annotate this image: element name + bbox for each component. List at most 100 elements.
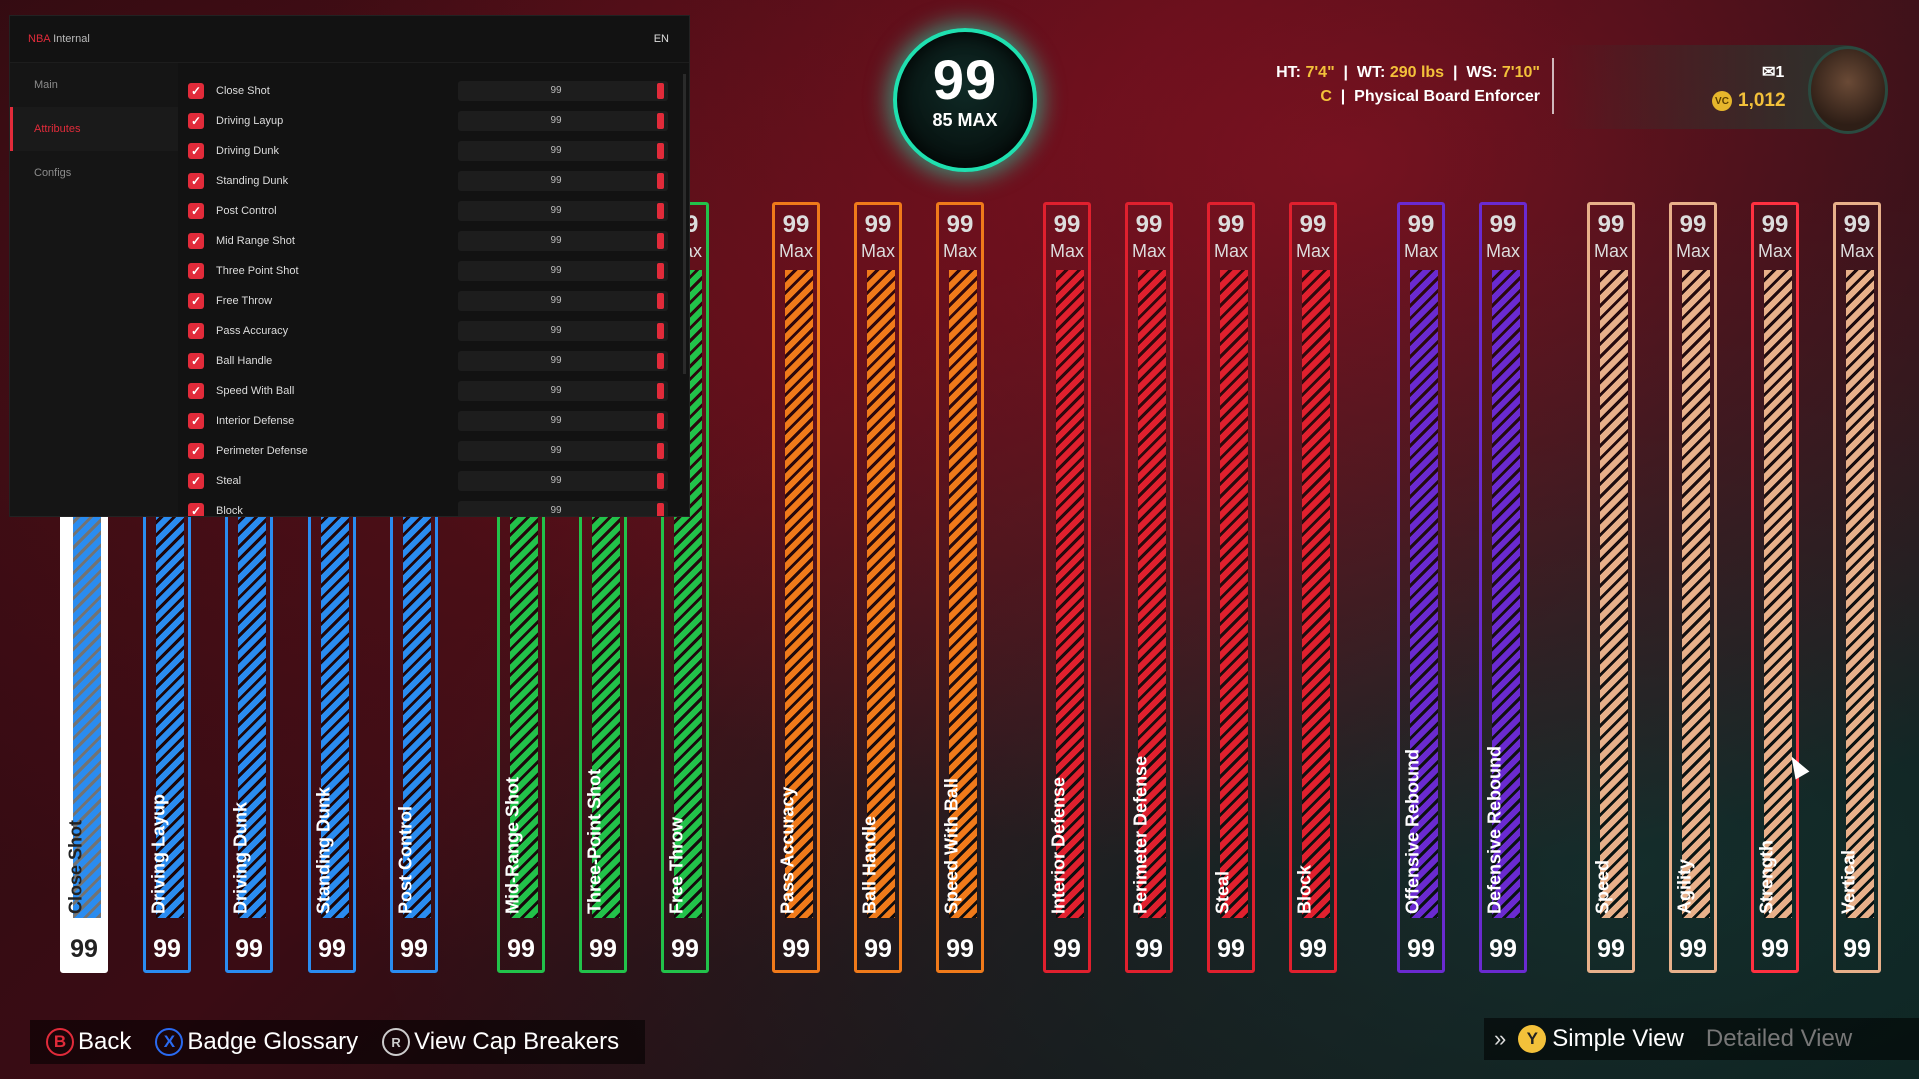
checkbox[interactable]: ✓ [188,473,204,489]
checkbox[interactable]: ✓ [188,233,204,249]
attribute-slider[interactable]: 99 [458,261,668,281]
attribute-slider[interactable]: 99 [458,141,668,161]
nav-item[interactable]: Configs [10,151,178,195]
bar-max-label: Max [778,241,813,261]
slider-handle[interactable] [657,323,664,339]
attribute-slider[interactable]: 99 [458,171,668,191]
attribute-bar[interactable]: 99 Max Speed 99 [1587,202,1635,973]
attribute-slider[interactable]: 99 [458,81,668,101]
attribute-bar[interactable]: 99 Max Agility 99 [1669,202,1717,973]
bar-top-value: 99 [1761,211,1789,238]
attribute-bar[interactable]: 99 Max Ball Handle 99 [854,202,902,973]
checkbox[interactable]: ✓ [188,263,204,279]
bar-top-value: 99 [782,211,810,238]
checkbox[interactable]: ✓ [188,113,204,129]
checkbox[interactable]: ✓ [188,293,204,309]
attribute-bar[interactable]: 99 Max Defensive Rebound 99 [1479,202,1527,973]
avatar [1808,46,1888,134]
wingspan-label: WS: [1466,64,1498,81]
slider-handle[interactable] [657,173,664,189]
attribute-slider[interactable]: 99 [458,291,668,311]
cap-breakers-label: View Cap Breakers [414,1028,620,1055]
attribute-slider[interactable]: 99 [458,351,668,371]
slider-handle[interactable] [657,113,664,129]
bar-attribute-name: Vertical [1838,849,1859,914]
vc-coin-icon: VC [1712,91,1732,111]
vc-amount: 1,012 [1738,90,1786,111]
slider-handle[interactable] [657,503,664,516]
slider-handle[interactable] [657,143,664,159]
attribute-slider[interactable]: 99 [458,231,668,251]
bar-value: 99 [153,935,181,963]
attribute-slider[interactable]: 99 [458,381,668,401]
checkbox[interactable]: ✓ [188,443,204,459]
slider-handle[interactable] [657,413,664,429]
slider-handle[interactable] [657,83,664,99]
slider-handle[interactable] [657,203,664,219]
attribute-row: ✓ Three Point Shot 99 [188,256,678,286]
attribute-slider[interactable]: 99 [458,321,668,341]
height-label: HT: [1276,64,1302,81]
attribute-label: Free Throw [216,295,273,307]
bar-max-label: Max [1485,241,1520,261]
slider-handle[interactable] [657,443,664,459]
bar-max-label: Max [1213,241,1248,261]
checkbox[interactable]: ✓ [188,383,204,399]
internal-menu-panel: NBA Internal EN Main Attributes Configs ✓ C… [10,16,689,516]
attribute-slider[interactable]: 99 [458,501,668,516]
language-toggle[interactable]: EN [654,33,669,45]
bar-value: 99 [1217,935,1245,963]
checkbox[interactable]: ✓ [188,203,204,219]
slider-handle[interactable] [657,353,664,369]
attribute-slider[interactable]: 99 [458,471,668,491]
checkbox[interactable]: ✓ [188,503,204,516]
weight-label: WT: [1356,64,1386,81]
badge-glossary-button[interactable]: X Badge Glossary [155,1028,358,1056]
wingspan-value: 7'10" [1501,64,1540,81]
checkbox[interactable]: ✓ [188,83,204,99]
view-cap-breakers-button[interactable]: R View Cap Breakers [382,1028,619,1056]
attribute-bar[interactable]: 99 Max Vertical 99 [1833,202,1881,973]
attribute-bar[interactable]: 99 Max Interior Defense 99 [1043,202,1091,973]
attribute-bar[interactable]: 99 Max Offensive Rebound 99 [1397,202,1445,973]
checkbox[interactable]: ✓ [188,323,204,339]
slider-value: 99 [550,115,562,126]
panel-title: NBA Internal [28,33,90,45]
attribute-bar[interactable]: 99 Max Steal 99 [1207,202,1255,973]
panel-nav: Main Attributes Configs [10,63,178,516]
slider-handle[interactable] [657,473,664,489]
detailed-view-button[interactable]: Detailed View [1706,1025,1852,1053]
scrollbar[interactable] [683,74,686,374]
slider-handle[interactable] [657,233,664,249]
slider-handle[interactable] [657,293,664,309]
bar-value: 99 [1407,935,1435,963]
nav-item[interactable]: Main [10,63,178,107]
attribute-bar[interactable]: 99 Max Strength 99 [1751,202,1799,973]
attribute-row: ✓ Standing Dunk 99 [188,166,678,196]
bar-top-value: 99 [1843,211,1871,238]
checkbox[interactable]: ✓ [188,143,204,159]
slider-value: 99 [550,505,562,516]
bar-value: 99 [318,935,346,963]
attribute-bar[interactable]: 99 Max Pass Accuracy 99 [772,202,820,973]
checkbox[interactable]: ✓ [188,413,204,429]
checkbox[interactable]: ✓ [188,353,204,369]
bar-top-value: 99 [946,211,974,238]
divider [1552,58,1554,114]
nav-item[interactable]: Attributes [10,107,178,151]
checkbox[interactable]: ✓ [188,173,204,189]
slider-handle[interactable] [657,383,664,399]
bar-attribute-name: Steal [1212,870,1233,914]
attribute-row: ✓ Driving Layup 99 [188,106,678,136]
back-button[interactable]: B Back [46,1028,131,1056]
bar-attribute-name: Agility [1674,858,1695,914]
attribute-bar[interactable]: 99 Max Block 99 [1289,202,1337,973]
attribute-bar[interactable]: 99 Max Speed With Ball 99 [936,202,984,973]
slider-handle[interactable] [657,263,664,279]
attribute-slider[interactable]: 99 [458,111,668,131]
simple-view-button[interactable]: Simple View [1552,1025,1684,1053]
attribute-bar[interactable]: 99 Max Perimeter Defense 99 [1125,202,1173,973]
attribute-slider[interactable]: 99 [458,441,668,461]
attribute-slider[interactable]: 99 [458,411,668,431]
attribute-slider[interactable]: 99 [458,201,668,221]
